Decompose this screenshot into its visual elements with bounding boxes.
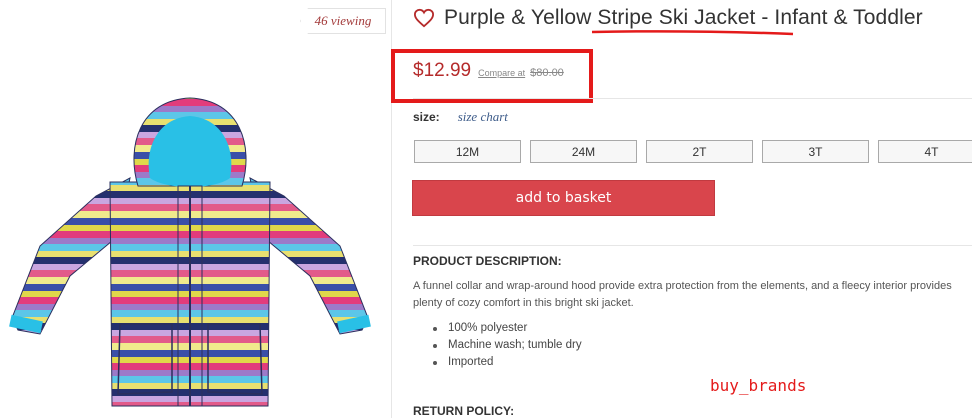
heart-icon[interactable]	[413, 8, 435, 28]
size-options: 12M 24M 2T 3T 4T	[414, 140, 972, 164]
size-label: size:	[413, 110, 440, 124]
description-body: A funnel collar and wrap-around hood pro…	[413, 280, 952, 309]
description-bullets: 100% polyester Machine wash; tumble dry …	[433, 320, 582, 371]
product-page: 46 viewing Purple & Yellow Stripe Ski Ja…	[0, 0, 972, 418]
product-image[interactable]	[0, 86, 380, 416]
return-policy-heading: RETURN POLICY:	[413, 404, 515, 418]
description-heading: PRODUCT DESCRIPTION:	[413, 254, 562, 268]
list-item: Machine wash; tumble dry	[433, 337, 582, 354]
watermark-text: buy_brands	[710, 376, 807, 395]
title-annotation-underline	[591, 30, 794, 36]
divider	[413, 245, 972, 246]
product-image-panel: 46 viewing	[0, 0, 392, 418]
viewing-count-badge: 46 viewing	[300, 8, 386, 34]
price-annotation-box	[391, 49, 593, 103]
size-option-2t[interactable]: 2T	[646, 140, 753, 163]
size-row: size: size chart	[413, 109, 508, 125]
size-option-3t[interactable]: 3T	[762, 140, 869, 163]
size-chart-link[interactable]: size chart	[458, 109, 508, 125]
size-option-24m[interactable]: 24M	[530, 140, 637, 163]
product-title: Purple & Yellow Stripe Ski Jacket - Infa…	[444, 6, 923, 29]
product-details: Purple & Yellow Stripe Ski Jacket - Infa…	[391, 0, 972, 418]
divider	[413, 98, 972, 99]
product-title-row: Purple & Yellow Stripe Ski Jacket - Infa…	[413, 6, 923, 30]
size-option-12m[interactable]: 12M	[414, 140, 521, 163]
size-option-4t[interactable]: 4T	[878, 140, 972, 163]
list-item: 100% polyester	[433, 320, 582, 337]
list-item: Imported	[433, 354, 582, 371]
add-to-basket-button[interactable]: add to basket	[412, 180, 715, 216]
